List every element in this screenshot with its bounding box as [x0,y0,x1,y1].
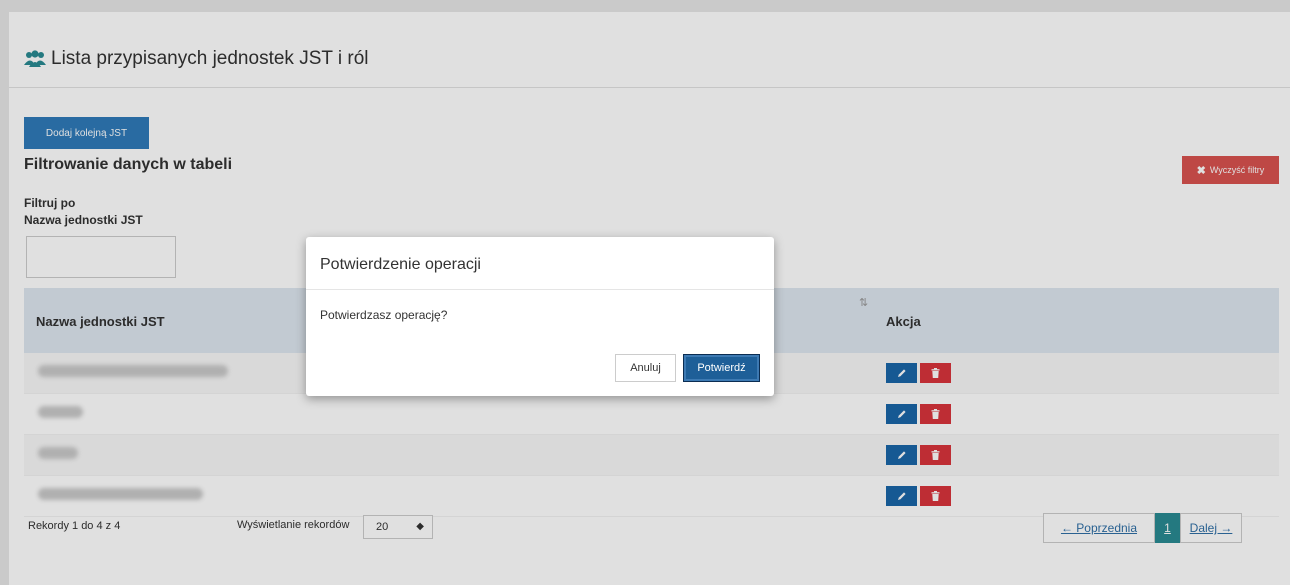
dialog-message: Potwierdzasz operację? [320,308,448,322]
dialog-title: Potwierdzenie operacji [320,256,481,273]
confirm-dialog: Potwierdzenie operacji Potwierdzasz oper… [306,237,774,396]
confirm-button[interactable]: Potwierdź [683,354,760,382]
dialog-divider [306,289,774,290]
cancel-button[interactable]: Anuluj [615,354,676,382]
